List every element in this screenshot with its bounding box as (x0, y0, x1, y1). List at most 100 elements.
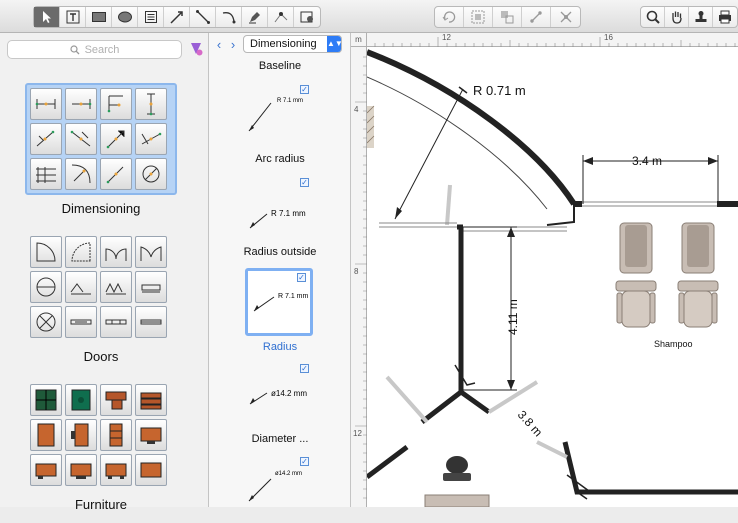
shape-thumbnail[interactable] (30, 158, 62, 190)
room-label: Shampoo (654, 339, 693, 349)
pointer-icon (42, 11, 51, 23)
shape-thumbnail[interactable] (135, 123, 167, 155)
shape-thumbnail[interactable] (100, 88, 132, 120)
shape-thumbnail[interactable] (135, 454, 167, 486)
library-dropdown[interactable]: Dimensioning ▲▼ (243, 35, 343, 53)
shape-thumbnail[interactable] (65, 236, 97, 268)
shape-thumbnail[interactable] (65, 271, 97, 303)
shape-thumbnail[interactable] (30, 271, 62, 303)
shape-thumbnail[interactable] (30, 384, 62, 416)
shape-thumbnail[interactable] (65, 384, 97, 416)
wall[interactable] (367, 445, 409, 479)
shape-thumbnail[interactable] (65, 123, 97, 155)
text-tool-button[interactable] (60, 7, 86, 27)
rectangle-tool-button[interactable] (86, 7, 112, 27)
drawing-canvas[interactable]: m 12 16 4 8 12 R 0.71 m 3.4 m 4.11 m 3.8… (351, 33, 738, 507)
shape-thumbnail[interactable] (135, 271, 167, 303)
library-doors[interactable]: Doors (25, 231, 177, 364)
arrange-tools-group (434, 6, 581, 28)
shampoo-chair[interactable] (677, 222, 719, 328)
shape-title: Radius (262, 341, 298, 353)
back-button[interactable]: ‹ (213, 38, 225, 52)
line-tool-button[interactable] (164, 7, 190, 27)
shape-thumbnail[interactable] (100, 271, 132, 303)
ungroup-button[interactable] (493, 7, 522, 27)
library-name: Dimensioning (61, 201, 141, 216)
shape-thumbnail[interactable] (30, 88, 62, 120)
shape-thumbnail[interactable] (135, 306, 167, 338)
library-manager-icon[interactable] (188, 41, 204, 57)
zoom-button[interactable] (641, 7, 665, 27)
pen-tool-button[interactable] (242, 7, 268, 27)
shape-thumbnail[interactable] (30, 419, 62, 451)
shape-thumbnail[interactable] (65, 158, 97, 190)
shape-thumbnail[interactable] (100, 419, 132, 451)
shape-thumbnail[interactable] (65, 419, 97, 451)
camera-tool-button[interactable] (294, 7, 320, 27)
ellipse-tool-button[interactable] (112, 7, 138, 27)
shape-item-radius[interactable]: Radius (209, 341, 351, 353)
shape-thumbnail[interactable] (100, 123, 132, 155)
shape-thumbnail[interactable] (65, 88, 97, 120)
library-name: Doors (83, 349, 119, 364)
shape-thumbnail[interactable] (30, 454, 62, 486)
window[interactable] (460, 226, 567, 232)
bezier-tool-button[interactable] (268, 7, 294, 27)
shampoo-chair[interactable] (615, 222, 657, 328)
shape-thumbnail[interactable] (100, 158, 132, 190)
shape-item-diameter[interactable]: Diameter ... ✓ ø14.2 mm (209, 433, 351, 502)
ruler-label: 12 (353, 429, 362, 438)
shape-title: Arc radius (255, 153, 305, 165)
shape-item-arc-radius[interactable]: Arc radius ✓ R 7.1 mm (209, 153, 351, 229)
window[interactable] (582, 201, 717, 207)
shape-thumbnail[interactable] (100, 236, 132, 268)
shape-thumbnail[interactable] (65, 454, 97, 486)
camera-icon (300, 11, 313, 23)
shape-thumbnail[interactable] (65, 306, 97, 338)
library-dimensioning[interactable]: Dimensioning (25, 83, 177, 216)
shape-preview: ✓ R 7.1 mm (245, 176, 313, 244)
stamp-button[interactable] (689, 7, 713, 27)
pointer-tool-button[interactable] (34, 7, 60, 27)
library-grid (25, 379, 177, 491)
shape-item-radius-outside[interactable]: Radius outside ✓ R 7.1 mm (209, 246, 351, 336)
group-button[interactable] (464, 7, 493, 27)
wall[interactable] (420, 389, 491, 424)
chain-button[interactable] (551, 7, 580, 27)
forward-button[interactable]: › (227, 38, 239, 52)
shape-thumbnail[interactable] (30, 306, 62, 338)
shape-preview: ✓ R 7.1 mm (245, 268, 313, 336)
curved-wall[interactable] (367, 49, 577, 206)
dimension-tick (458, 86, 468, 94)
smart-connect-button[interactable] (522, 7, 551, 27)
shape-thumbnail[interactable] (135, 419, 167, 451)
search-input[interactable]: Search (7, 40, 182, 59)
shape-thumbnail[interactable] (30, 123, 62, 155)
shape-thumbnail[interactable] (135, 88, 167, 120)
shape-thumbnail[interactable] (135, 158, 167, 190)
shape-thumbnail[interactable] (30, 236, 62, 268)
wall[interactable] (562, 441, 738, 495)
library-grid (25, 231, 177, 343)
shape-thumbnail[interactable] (100, 384, 132, 416)
connector-tool-button[interactable] (190, 7, 216, 27)
note-tool-button[interactable] (138, 7, 164, 27)
shape-thumbnail[interactable] (100, 454, 132, 486)
shape-label: R 7.1 mm (277, 98, 303, 104)
arc-icon (222, 12, 235, 24)
stamp-icon (695, 11, 706, 22)
chevron-down-icon: ▲▼ (327, 36, 343, 52)
arc-tool-button[interactable] (216, 7, 242, 27)
office-chair[interactable] (424, 456, 490, 507)
library-name: Furniture (74, 497, 128, 512)
note-icon (144, 11, 157, 23)
hand-button[interactable] (665, 7, 689, 27)
shape-thumbnail[interactable] (100, 306, 132, 338)
print-button[interactable] (713, 7, 737, 27)
library-furniture[interactable]: Furniture (25, 379, 177, 512)
shape-thumbnail[interactable] (135, 384, 167, 416)
ruler-horizontal: 12 16 (367, 33, 738, 47)
shape-thumbnail[interactable] (135, 236, 167, 268)
shape-item-baseline[interactable]: Baseline ✓ R 7.1 mm (209, 60, 351, 132)
rotate-button[interactable] (435, 7, 464, 27)
